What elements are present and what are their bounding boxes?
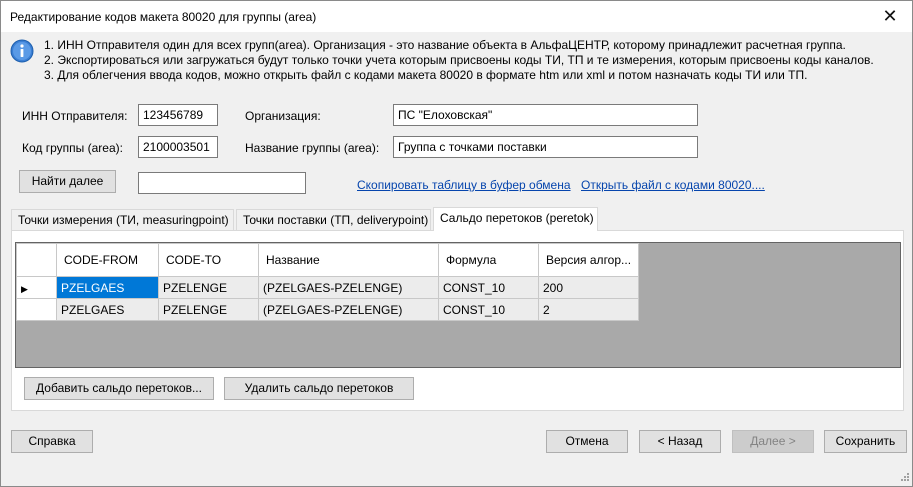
- close-button[interactable]: ✕: [868, 1, 912, 31]
- find-input[interactable]: [138, 172, 306, 194]
- cell-code-to[interactable]: PZELENGE: [158, 298, 259, 321]
- organization-field[interactable]: ПС "Елоховская": [393, 104, 698, 126]
- cell-algorithm-version[interactable]: 200: [538, 276, 639, 299]
- table-row[interactable]: ▶ PZELGAES PZELENGE (PZELGAES-PZELENGE) …: [16, 276, 639, 299]
- peretok-table: CODE-FROM CODE-TO Название Формула Верси…: [16, 243, 639, 321]
- cell-name[interactable]: (PZELGAES-PZELENGE): [258, 276, 439, 299]
- help-button[interactable]: Справка: [11, 430, 93, 453]
- info-text: 1. ИНН Отправителя один для всех групп(a…: [44, 38, 874, 83]
- cell-name[interactable]: (PZELGAES-PZELENGE): [258, 298, 439, 321]
- cell-code-from[interactable]: PZELGAES: [56, 276, 159, 299]
- dialog-window: Редактирование кодов макета 80020 для гр…: [0, 0, 913, 487]
- data-grid[interactable]: CODE-FROM CODE-TO Название Формула Верси…: [15, 242, 901, 368]
- group-code-label: Код группы (area):: [22, 141, 123, 155]
- column-header-code-from[interactable]: CODE-FROM: [56, 243, 159, 277]
- table-row[interactable]: PZELGAES PZELENGE (PZELGAES-PZELENGE) CO…: [16, 298, 639, 321]
- add-peretok-button[interactable]: Добавить сальдо перетоков...: [24, 377, 214, 400]
- cell-code-to[interactable]: PZELENGE: [158, 276, 259, 299]
- current-row-icon: ▶: [21, 283, 28, 294]
- info-line-3: 3. Для облегчения ввода кодов, можно отк…: [44, 68, 808, 82]
- tab-panel: CODE-FROM CODE-TO Название Формула Верси…: [11, 230, 904, 411]
- tab-delivery-points[interactable]: Точки поставки (ТП, deliverypoint): [236, 209, 431, 231]
- close-icon: ✕: [882, 6, 898, 26]
- window-title: Редактирование кодов макета 80020 для гр…: [10, 10, 317, 24]
- column-header-name[interactable]: Название: [258, 243, 439, 277]
- tab-peretok[interactable]: Сальдо перетоков (peretok): [433, 207, 598, 231]
- group-name-field[interactable]: Группа с точками поставки: [393, 136, 698, 158]
- next-button[interactable]: Далее >: [732, 430, 814, 453]
- cancel-button[interactable]: Отмена: [546, 430, 628, 453]
- row-header[interactable]: ▶: [16, 276, 57, 299]
- column-header-algorithm-version[interactable]: Версия алгор...: [538, 243, 639, 277]
- back-button[interactable]: < Назад: [639, 430, 721, 453]
- cell-formula[interactable]: CONST_10: [438, 298, 539, 321]
- inn-label: ИНН Отправителя:: [22, 109, 128, 123]
- group-name-label: Название группы (area):: [245, 141, 380, 155]
- inn-field[interactable]: 123456789: [138, 104, 218, 126]
- row-header[interactable]: [16, 298, 57, 321]
- tab-measuring-points[interactable]: Точки измерения (ТИ, measuringpoint): [11, 209, 234, 231]
- organization-label: Организация:: [245, 109, 321, 123]
- column-header-formula[interactable]: Формула: [438, 243, 539, 277]
- cell-formula[interactable]: CONST_10: [438, 276, 539, 299]
- info-line-1: 1. ИНН Отправителя один для всех групп(a…: [44, 38, 846, 52]
- info-icon: [10, 39, 34, 63]
- resize-grip-icon[interactable]: [898, 472, 910, 484]
- find-next-button[interactable]: Найти далее: [19, 170, 116, 193]
- row-header-corner: [16, 243, 57, 277]
- copy-table-link[interactable]: Скопировать таблицу в буфер обмена: [357, 178, 571, 192]
- save-button[interactable]: Сохранить: [824, 430, 907, 453]
- delete-peretok-button[interactable]: Удалить сальдо перетоков: [224, 377, 414, 400]
- column-header-code-to[interactable]: CODE-TO: [158, 243, 259, 277]
- cell-code-from[interactable]: PZELGAES: [56, 298, 159, 321]
- info-line-2: 2. Экспортироваться или загружаться буду…: [44, 53, 874, 67]
- table-header-row: CODE-FROM CODE-TO Название Формула Верси…: [16, 243, 639, 277]
- title-bar[interactable]: Редактирование кодов макета 80020 для гр…: [1, 1, 912, 32]
- open-file-link[interactable]: Открыть файл с кодами 80020....: [581, 178, 765, 192]
- cell-algorithm-version[interactable]: 2: [538, 298, 639, 321]
- group-code-field[interactable]: 2100003501: [138, 136, 218, 158]
